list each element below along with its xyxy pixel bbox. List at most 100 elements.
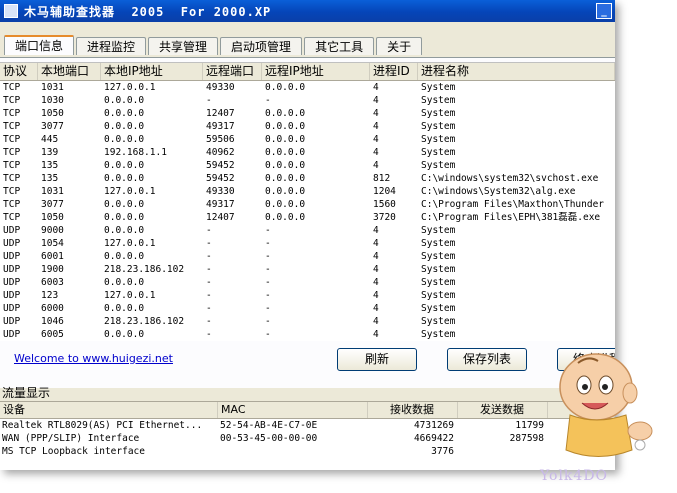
table-row[interactable]: UDP 6000 0.0.0.0 - - 4 System (0, 302, 615, 315)
cell-process-name: System (421, 238, 456, 249)
list-item[interactable]: WAN (PPP/SLIP) Interface 00-53-45-00-00-0… (0, 432, 615, 445)
table-row[interactable]: TCP 3077 0.0.0.0 49317 0.0.0.0 1560 C:\Program… (0, 198, 615, 211)
cell-process-id: 4 (373, 251, 379, 262)
cell-protocol: TCP (3, 95, 21, 106)
cell-protocol: TCP (3, 199, 21, 210)
col-local-ip[interactable]: 本地IP地址 (101, 63, 203, 80)
traffic-table[interactable]: 设备 MAC 接收数据 发送数据 Realtek RTL8029(AS) PCI… (0, 401, 615, 470)
table-row[interactable]: UDP 9000 0.0.0.0 - - 4 System (0, 224, 615, 237)
cell-local-port: 3077 (41, 199, 64, 210)
cell-local-ip: 127.0.0.1 (104, 290, 156, 301)
cell-remote-port: - (206, 251, 212, 262)
list-item[interactable]: MS TCP Loopback interface 3776 (0, 445, 615, 458)
tab-share-manager[interactable]: 共享管理 (148, 37, 219, 55)
col-mac[interactable]: MAC (218, 402, 368, 418)
cell-process-id: 4 (373, 121, 379, 132)
cell-local-ip: 0.0.0.0 (104, 303, 145, 314)
cell-local-ip: 0.0.0.0 (104, 173, 145, 184)
minimize-icon[interactable]: _ (596, 3, 612, 19)
cell-remote-ip: - (265, 95, 271, 106)
port-table[interactable]: 协议 本地端口 本地IP地址 远程端口 远程IP地址 进程ID 进程名称 TCP… (0, 62, 615, 341)
traffic-table-header: 设备 MAC 接收数据 发送数据 (0, 402, 615, 419)
table-row[interactable]: UDP 6005 0.0.0.0 - - 4 System (0, 328, 615, 341)
cell-device: MS TCP Loopback interface (2, 446, 145, 457)
cell-remote-port: 59452 (206, 173, 235, 184)
cell-local-ip: 0.0.0.0 (104, 251, 145, 262)
col-local-port[interactable]: 本地端口 (38, 63, 101, 80)
col-sent[interactable]: 发送数据 (458, 402, 548, 418)
cell-protocol: UDP (3, 238, 21, 249)
table-row[interactable]: TCP 139 192.168.1.1 40962 0.0.0.0 4 System (0, 146, 615, 159)
col-process-id[interactable]: 进程ID (370, 63, 418, 80)
col-remote-port[interactable]: 远程端口 (203, 63, 262, 80)
cell-remote-port: - (206, 225, 212, 236)
cell-remote-ip: 0.0.0.0 (265, 199, 306, 210)
cell-protocol: TCP (3, 212, 21, 223)
cell-local-port: 6005 (41, 329, 64, 340)
cell-local-port: 1050 (41, 212, 64, 223)
refresh-button[interactable]: 刷新 (337, 348, 417, 371)
tab-other-tools[interactable]: 其它工具 (304, 37, 375, 55)
table-row[interactable]: TCP 135 0.0.0.0 59452 0.0.0.0 4 System (0, 159, 615, 172)
table-row[interactable]: UDP 6003 0.0.0.0 - - 4 System (0, 276, 615, 289)
list-item[interactable]: Realtek RTL8029(AS) PCI Ethernet... 52-54… (0, 419, 615, 432)
tab-startup-manager[interactable]: 启动项管理 (220, 37, 303, 55)
cell-local-ip: 218.23.186.102 (104, 316, 185, 327)
cell-protocol: UDP (3, 290, 21, 301)
tab-about[interactable]: 关于 (376, 37, 423, 55)
cell-sent (458, 445, 548, 458)
table-row[interactable]: TCP 1050 0.0.0.0 12407 0.0.0.0 3720 C:\Program… (0, 211, 615, 224)
cell-protocol: TCP (3, 134, 21, 145)
cell-remote-port: - (206, 316, 212, 327)
cell-local-port: 1031 (41, 82, 64, 93)
cell-process-id: 4 (373, 316, 379, 327)
cell-protocol: UDP (3, 251, 21, 262)
col-remote-ip[interactable]: 远程IP地址 (262, 63, 370, 80)
cell-sent: 287598 (509, 433, 544, 444)
cell-local-ip: 192.168.1.1 (104, 147, 167, 158)
table-row[interactable]: TCP 1031 127.0.0.1 49330 0.0.0.0 4 System (0, 81, 615, 94)
save-list-button[interactable]: 保存列表 (447, 348, 527, 371)
cell-remote-ip: 0.0.0.0 (265, 134, 306, 145)
cell-local-ip: 218.23.186.102 (104, 264, 185, 275)
app-icon (4, 4, 18, 18)
table-row[interactable]: UDP 1054 127.0.0.1 - - 4 System (0, 237, 615, 250)
table-row[interactable]: UDP 1046 218.23.186.102 - - 4 System (0, 315, 615, 328)
table-row[interactable]: TCP 1030 0.0.0.0 - - 4 System (0, 94, 615, 107)
traffic-table-body: Realtek RTL8029(AS) PCI Ethernet... 52-54… (0, 419, 615, 458)
cell-local-port: 6000 (41, 303, 64, 314)
cell-remote-port: 12407 (206, 212, 235, 223)
title-bar[interactable]: 木马辅助查找器 2005 For 2000.XP _ (0, 0, 615, 22)
cell-local-port: 445 (41, 134, 59, 145)
cell-received: 4731269 (413, 420, 454, 431)
cell-process-name: System (421, 251, 456, 262)
table-row[interactable]: UDP 123 127.0.0.1 - - 4 System (0, 289, 615, 302)
col-protocol[interactable]: 协议 (0, 63, 38, 80)
col-device[interactable]: 设备 (0, 402, 218, 418)
cell-process-id: 4 (373, 264, 379, 275)
table-row[interactable]: TCP 445 0.0.0.0 59506 0.0.0.0 4 System (0, 133, 615, 146)
table-row[interactable]: TCP 135 0.0.0.0 59452 0.0.0.0 812 C:\windows\s… (0, 172, 615, 185)
cell-remote-ip: - (265, 225, 271, 236)
cell-remote-port: 49330 (206, 186, 235, 197)
tab-port-info[interactable]: 端口信息 (4, 35, 75, 55)
cell-local-port: 135 (41, 160, 59, 171)
table-row[interactable]: UDP 1900 218.23.186.102 - - 4 System (0, 263, 615, 276)
cell-remote-port: - (206, 303, 212, 314)
table-row[interactable]: TCP 3077 0.0.0.0 49317 0.0.0.0 4 System (0, 120, 615, 133)
cell-protocol: UDP (3, 316, 21, 327)
website-link[interactable]: Welcome to www.huigezi.net (14, 352, 173, 365)
cell-local-ip: 127.0.0.1 (104, 186, 156, 197)
table-row[interactable]: TCP 1031 127.0.0.1 49330 0.0.0.0 1204 C:\windo… (0, 185, 615, 198)
table-row[interactable]: TCP 1050 0.0.0.0 12407 0.0.0.0 4 System (0, 107, 615, 120)
col-process-name[interactable]: 进程名称 (418, 63, 615, 80)
cell-remote-port: 59452 (206, 160, 235, 171)
col-received[interactable]: 接收数据 (368, 402, 458, 418)
cell-remote-ip: 0.0.0.0 (265, 82, 306, 93)
cell-local-port: 1031 (41, 186, 64, 197)
tab-process-monitor[interactable]: 进程监控 (76, 37, 147, 55)
cell-protocol: TCP (3, 121, 21, 132)
table-row[interactable]: UDP 6001 0.0.0.0 - - 4 System (0, 250, 615, 263)
cell-process-name: System (421, 121, 456, 132)
cell-remote-port: 49317 (206, 121, 235, 132)
